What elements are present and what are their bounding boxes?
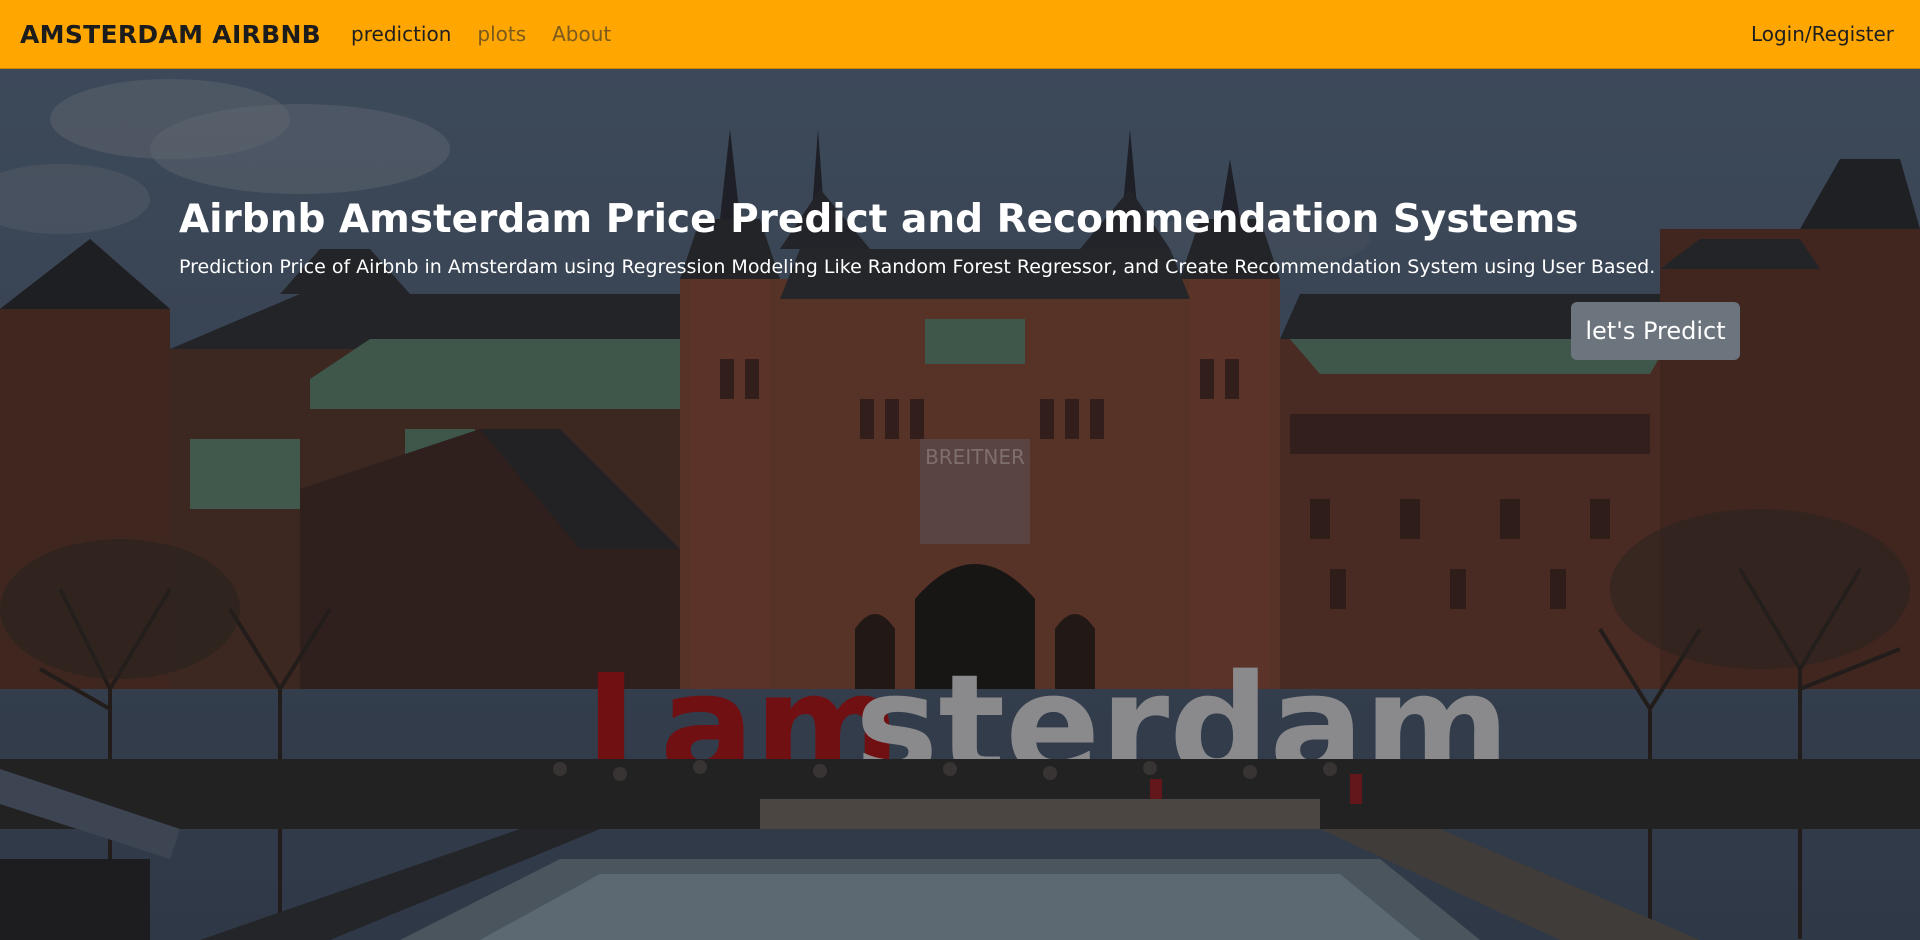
login-register-link[interactable]: Login/Register (1751, 22, 1894, 46)
nav-link-plots[interactable]: plots (477, 22, 526, 46)
brand-logo[interactable]: AMSTERDAM AIRBNB (20, 20, 321, 49)
hero-subtitle: Prediction Price of Airbnb in Amsterdam … (179, 256, 1656, 278)
lets-predict-button[interactable]: let's Predict (1571, 302, 1740, 360)
hero-title: Airbnb Amsterdam Price Predict and Recom… (179, 197, 1579, 242)
nav-link-prediction[interactable]: prediction (351, 22, 451, 46)
top-navbar: AMSTERDAM AIRBNB prediction plots About … (0, 0, 1920, 69)
nav-link-about[interactable]: About (552, 22, 611, 46)
hero-section: BREITNER I am sterdam Airbnb Amsterdam P… (0, 69, 1920, 940)
